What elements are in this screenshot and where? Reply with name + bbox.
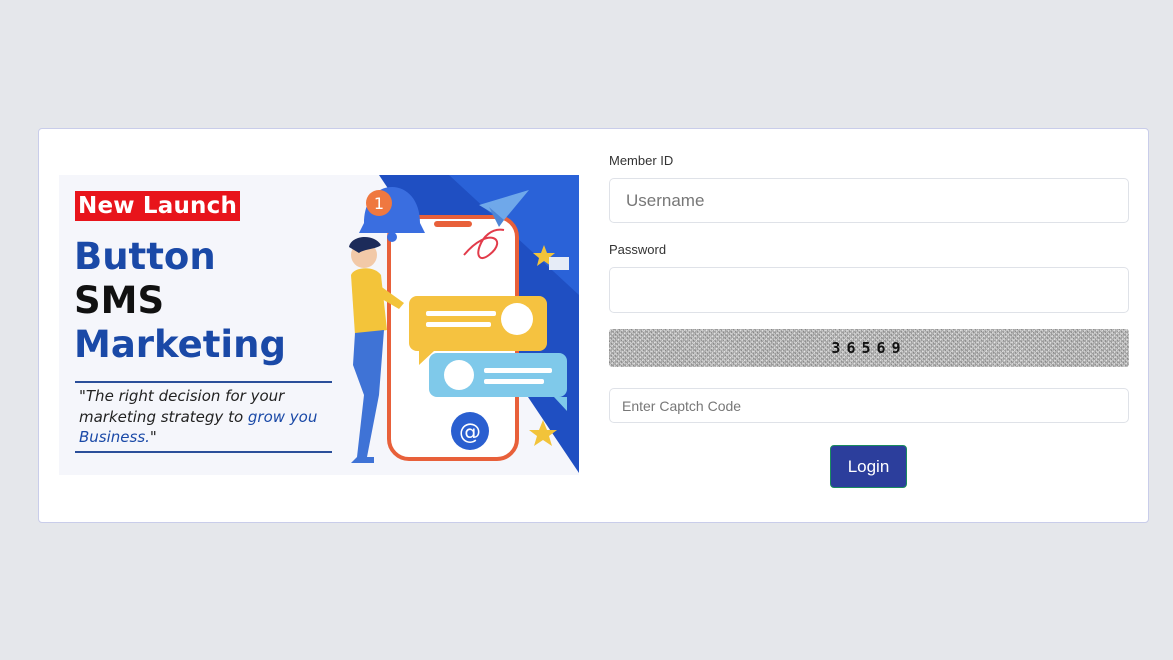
password-input[interactable] [609,267,1129,313]
member-id-label: Member ID [609,153,674,168]
phone-illustration: 1 @ [349,187,569,463]
captcha-image: 36569 [609,329,1129,367]
captcha-input[interactable] [609,388,1129,423]
envelope-icon [549,257,569,270]
svg-text:@: @ [459,420,481,445]
username-input[interactable] [609,178,1129,223]
password-label: Password [609,242,667,257]
captcha-code: 36569 [831,339,907,357]
svg-text:1: 1 [374,194,384,213]
login-card: New Launch Button SMS Marketing "The rig… [38,128,1149,523]
login-form: Member ID Password 36569 Login [609,129,1129,524]
promo-banner: New Launch Button SMS Marketing "The rig… [59,175,579,475]
login-button[interactable]: Login [830,445,907,488]
